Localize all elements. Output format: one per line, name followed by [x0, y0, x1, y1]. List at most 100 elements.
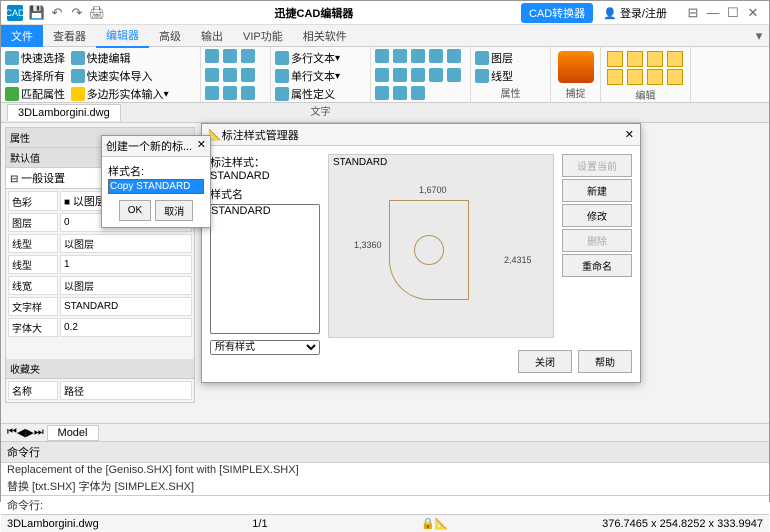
modify-button[interactable]: 修改	[562, 204, 632, 227]
edit-tool-icon[interactable]	[667, 51, 683, 67]
ribbon-collapse-icon[interactable]: ▾	[749, 28, 769, 44]
draw-tool-icon[interactable]	[241, 68, 255, 82]
attr-def-button[interactable]: 属性定义	[275, 86, 366, 102]
edit-tool-icon[interactable]	[607, 51, 623, 67]
print-icon[interactable]: 🖨	[87, 5, 107, 21]
new-style-popup: 创建一个新的标...✕ 样式名: OK 取消	[101, 135, 211, 228]
draw-tool-icon[interactable]	[205, 49, 219, 63]
ok-button[interactable]: OK	[119, 200, 151, 221]
edit-tool-icon[interactable]	[667, 69, 683, 85]
col-path: 路径	[60, 381, 192, 400]
nav-next-icon[interactable]: ▶	[25, 426, 33, 439]
mtext-button[interactable]: 多行文本 ▾	[275, 50, 366, 66]
dim-tool-icon[interactable]	[411, 86, 425, 100]
dialog-left-pane: 标注样式： STANDARD 样式名 STANDARD 所有样式	[210, 154, 320, 338]
edit-tool-icon[interactable]	[627, 51, 643, 67]
minimize-icon[interactable]: —	[703, 5, 723, 20]
command-panel: 命令行 Replacement of the [Geniso.SHX] font…	[1, 441, 769, 514]
popup-title: 创建一个新的标...	[106, 138, 192, 154]
redo-icon[interactable]: ↷	[67, 5, 87, 21]
style-preview: STANDARD 1,6700 1,3360 2,4315	[328, 154, 554, 338]
stext-button[interactable]: 单行文本 ▾	[275, 68, 366, 84]
undo-icon[interactable]: ↶	[47, 5, 67, 21]
dim-tool-icon[interactable]	[375, 86, 389, 100]
close-button[interactable]: 关闭	[518, 350, 572, 373]
select-all-button[interactable]: 选择所有 快速实体导入	[5, 68, 196, 84]
dim-tool-icon[interactable]	[411, 68, 425, 82]
draw-tool-icon[interactable]	[205, 68, 219, 82]
dim-tool-icon[interactable]	[429, 49, 443, 63]
dim-tool-icon[interactable]	[429, 68, 443, 82]
command-prompt[interactable]: 命令行:	[1, 495, 769, 514]
dim-tool-icon[interactable]	[447, 68, 461, 82]
style-list[interactable]: STANDARD	[210, 204, 320, 334]
preview-label: STANDARD	[333, 157, 387, 168]
help-button[interactable]: 帮助	[578, 350, 632, 373]
edit-tool-icon[interactable]	[607, 69, 623, 85]
settings-icon[interactable]: ⊟	[683, 5, 703, 21]
edit-tool-icon[interactable]	[627, 69, 643, 85]
maximize-icon[interactable]: ☐	[723, 5, 743, 21]
match-props-button[interactable]: 匹配属性 多边形实体输入 ▾	[5, 86, 196, 102]
dim-tool-icon[interactable]	[393, 86, 407, 100]
draw-tool-icon[interactable]	[205, 86, 219, 100]
status-tool-icon[interactable]: 🔒	[421, 517, 435, 530]
dim-tool-icon[interactable]	[393, 68, 407, 82]
dim-tool-icon[interactable]	[375, 49, 389, 63]
tab-viewer[interactable]: 查看器	[43, 25, 96, 47]
draw-tool-icon[interactable]	[241, 49, 255, 63]
status-tool-icon[interactable]: 📐	[435, 517, 449, 530]
draw-tool-icon[interactable]	[223, 86, 237, 100]
dialog-close-icon[interactable]: ✕	[625, 128, 634, 141]
nav-prev-icon[interactable]: ◀	[17, 426, 25, 439]
status-coord: 376.7465 x 254.8252 x 333.9947	[602, 518, 763, 530]
tab-output[interactable]: 输出	[191, 25, 233, 47]
stylename-input[interactable]	[108, 179, 204, 194]
nav-last-icon[interactable]: ⏭	[34, 426, 44, 439]
table-row: 字体大0.2	[8, 318, 192, 337]
dim-value: 1,6700	[419, 185, 447, 195]
model-tab[interactable]: Model	[47, 425, 99, 441]
save-icon[interactable]: 💾	[27, 5, 47, 21]
command-title: 命令行	[1, 442, 769, 463]
new-button[interactable]: 新建	[562, 179, 632, 202]
dim-tool-icon[interactable]	[375, 68, 389, 82]
layer-button[interactable]: 图层	[475, 50, 546, 66]
login-link[interactable]: 👤 登录/注册	[603, 5, 667, 21]
draw-tool-icon[interactable]	[241, 86, 255, 100]
popup-close-icon[interactable]: ✕	[197, 138, 206, 154]
label: 图层	[491, 50, 513, 66]
edit-tool-icon[interactable]	[647, 51, 663, 67]
dim-tool-icon[interactable]	[411, 49, 425, 63]
tab-related[interactable]: 相关软件	[293, 25, 357, 47]
cancel-button[interactable]: 取消	[155, 200, 193, 221]
tab-file[interactable]: 文件	[1, 25, 43, 47]
nav-first-icon[interactable]: ⏮	[7, 426, 17, 439]
dialog-titlebar[interactable]: 📐 标注样式管理器 ✕	[202, 124, 640, 146]
draw-tool-icon[interactable]	[223, 68, 237, 82]
dim-tool-icon[interactable]	[447, 49, 461, 63]
quick-select-button[interactable]: 快速选择 快捷编辑	[5, 50, 196, 66]
tab-editor[interactable]: 编辑器	[96, 24, 149, 48]
label: 匹配属性	[21, 86, 65, 102]
cad-convert-button[interactable]: CAD转换器	[521, 3, 593, 23]
label: 一般设置	[21, 173, 65, 185]
command-line: 替换 [txt.SHX] 字体为 [SIMPLEX.SHX]	[1, 477, 769, 495]
dialog-right-pane: 设置当前 新建 修改 删除 重命名	[562, 154, 632, 338]
status-file: 3DLamborgini.dwg	[7, 518, 99, 530]
rename-button[interactable]: 重命名	[562, 254, 632, 277]
table-row: 线宽以图层	[8, 276, 192, 295]
status-page: 1/1	[252, 518, 267, 530]
dim-tool-icon[interactable]	[393, 49, 407, 63]
linetype-button[interactable]: 线型	[475, 68, 546, 84]
draw-tool-icon[interactable]	[223, 49, 237, 63]
file-tab[interactable]: 3DLamborgini.dwg	[7, 104, 121, 121]
edit-tool-icon[interactable]	[647, 69, 663, 85]
tab-advanced[interactable]: 高级	[149, 25, 191, 47]
close-icon[interactable]: ✕	[743, 5, 763, 21]
filter-select[interactable]: 所有样式	[210, 340, 320, 355]
tab-vip[interactable]: VIP功能	[233, 25, 293, 47]
label: 快捷编辑	[87, 50, 131, 66]
table-row: 文字样STANDARD	[8, 297, 192, 316]
snap-icon[interactable]	[558, 51, 594, 83]
